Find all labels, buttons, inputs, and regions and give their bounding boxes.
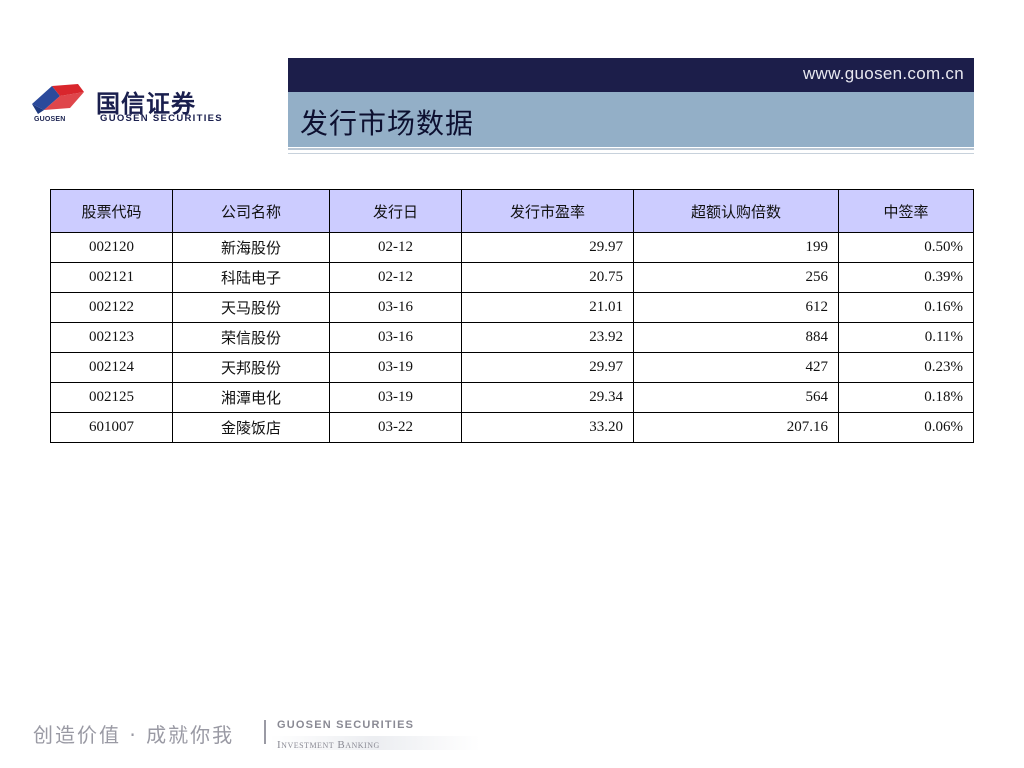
allotment-rate-cell: 0.11%: [838, 322, 974, 353]
allotment-rate-cell: 0.16%: [838, 292, 974, 323]
allotment-rate-cell: 0.23%: [838, 352, 974, 383]
company-name-cell: 科陆电子: [172, 262, 330, 293]
pe-ratio-cell: 23.92: [461, 322, 634, 353]
company-name-cell: 荣信股份: [172, 322, 330, 353]
table-row: 002122 天马股份 03-16 21.01 612 0.16%: [50, 292, 974, 323]
guosen-logo-icon: [32, 84, 84, 114]
column-header-company-name: 公司名称: [172, 189, 330, 233]
pe-ratio-cell: 29.34: [461, 382, 634, 413]
table-row: 601007 金陵饭店 03-22 33.20 207.16 0.06%: [50, 412, 974, 443]
issue-date-cell: 03-22: [329, 412, 462, 443]
issue-date-cell: 03-16: [329, 292, 462, 323]
column-header-pe-ratio: 发行市盈率: [461, 189, 634, 233]
company-name-cell: 湘潭电化: [172, 382, 330, 413]
stock-code-cell: 002120: [50, 232, 173, 263]
stock-code-cell: 002121: [50, 262, 173, 293]
footer-division: Investment Banking: [277, 739, 380, 751]
column-header-allotment-rate: 中签率: [838, 189, 974, 233]
allotment-rate-cell: 0.39%: [838, 262, 974, 293]
table-row: 002123 荣信股份 03-16 23.92 884 0.11%: [50, 322, 974, 353]
header-divider: [288, 148, 974, 150]
table-row: 002120 新海股份 02-12 29.97 199 0.50%: [50, 232, 974, 263]
allotment-rate-cell: 0.06%: [838, 412, 974, 443]
logo-mark-text: GUOSEN: [34, 116, 66, 123]
oversubscription-cell: 207.16: [633, 412, 839, 443]
company-name-cell: 新海股份: [172, 232, 330, 263]
allotment-rate-cell: 0.18%: [838, 382, 974, 413]
header-top-bar: www.guosen.com.cn: [288, 58, 974, 92]
pe-ratio-cell: 29.97: [461, 352, 634, 383]
table-header-row: 股票代码 公司名称 发行日 发行市盈率 超额认购倍数 中签率: [50, 189, 974, 233]
stock-code-cell: 002122: [50, 292, 173, 323]
company-name-en: GUOSEN SECURITIES: [100, 113, 223, 124]
pe-ratio-cell: 33.20: [461, 412, 634, 443]
issue-date-cell: 02-12: [329, 262, 462, 293]
pe-ratio-cell: 20.75: [461, 262, 634, 293]
ipo-data-table: 股票代码 公司名称 发行日 发行市盈率 超额认购倍数 中签率 002120 新海股…: [50, 189, 974, 443]
oversubscription-cell: 199: [633, 232, 839, 263]
allotment-rate-cell: 0.50%: [838, 232, 974, 263]
issue-date-cell: 03-19: [329, 352, 462, 383]
page-title: 发行市场数据: [300, 107, 475, 140]
oversubscription-cell: 564: [633, 382, 839, 413]
column-header-stock-code: 股票代码: [50, 189, 173, 233]
table-row: 002121 科陆电子 02-12 20.75 256 0.39%: [50, 262, 974, 293]
column-header-issue-date: 发行日: [329, 189, 462, 233]
oversubscription-cell: 256: [633, 262, 839, 293]
pe-ratio-cell: 29.97: [461, 232, 634, 263]
table-row: 002125 湘潭电化 03-19 29.34 564 0.18%: [50, 382, 974, 413]
stock-code-cell: 002125: [50, 382, 173, 413]
header-title-bar: 发行市场数据: [288, 92, 974, 147]
stock-code-cell: 601007: [50, 412, 173, 443]
footer-divider: [264, 720, 266, 744]
company-name-cell: 天马股份: [172, 292, 330, 323]
website-url: www.guosen.com.cn: [802, 64, 964, 83]
oversubscription-cell: 884: [633, 322, 839, 353]
stock-code-cell: 002123: [50, 322, 173, 353]
pe-ratio-cell: 21.01: [461, 292, 634, 323]
header-divider-thin: [288, 153, 974, 154]
issue-date-cell: 02-12: [329, 232, 462, 263]
column-header-oversubscription: 超额认购倍数: [633, 189, 839, 233]
company-logo: GUOSEN 国信证券 GUOSEN SECURITIES: [30, 82, 230, 130]
issue-date-cell: 03-19: [329, 382, 462, 413]
oversubscription-cell: 612: [633, 292, 839, 323]
footer-slogan: 创造价值 · 成就你我: [33, 723, 235, 747]
company-name-cell: 天邦股份: [172, 352, 330, 383]
issue-date-cell: 03-16: [329, 322, 462, 353]
table-row: 002124 天邦股份 03-19 29.97 427 0.23%: [50, 352, 974, 383]
footer-company-en: GUOSEN SECURITIES: [277, 719, 415, 731]
oversubscription-cell: 427: [633, 352, 839, 383]
company-name-cell: 金陵饭店: [172, 412, 330, 443]
stock-code-cell: 002124: [50, 352, 173, 383]
